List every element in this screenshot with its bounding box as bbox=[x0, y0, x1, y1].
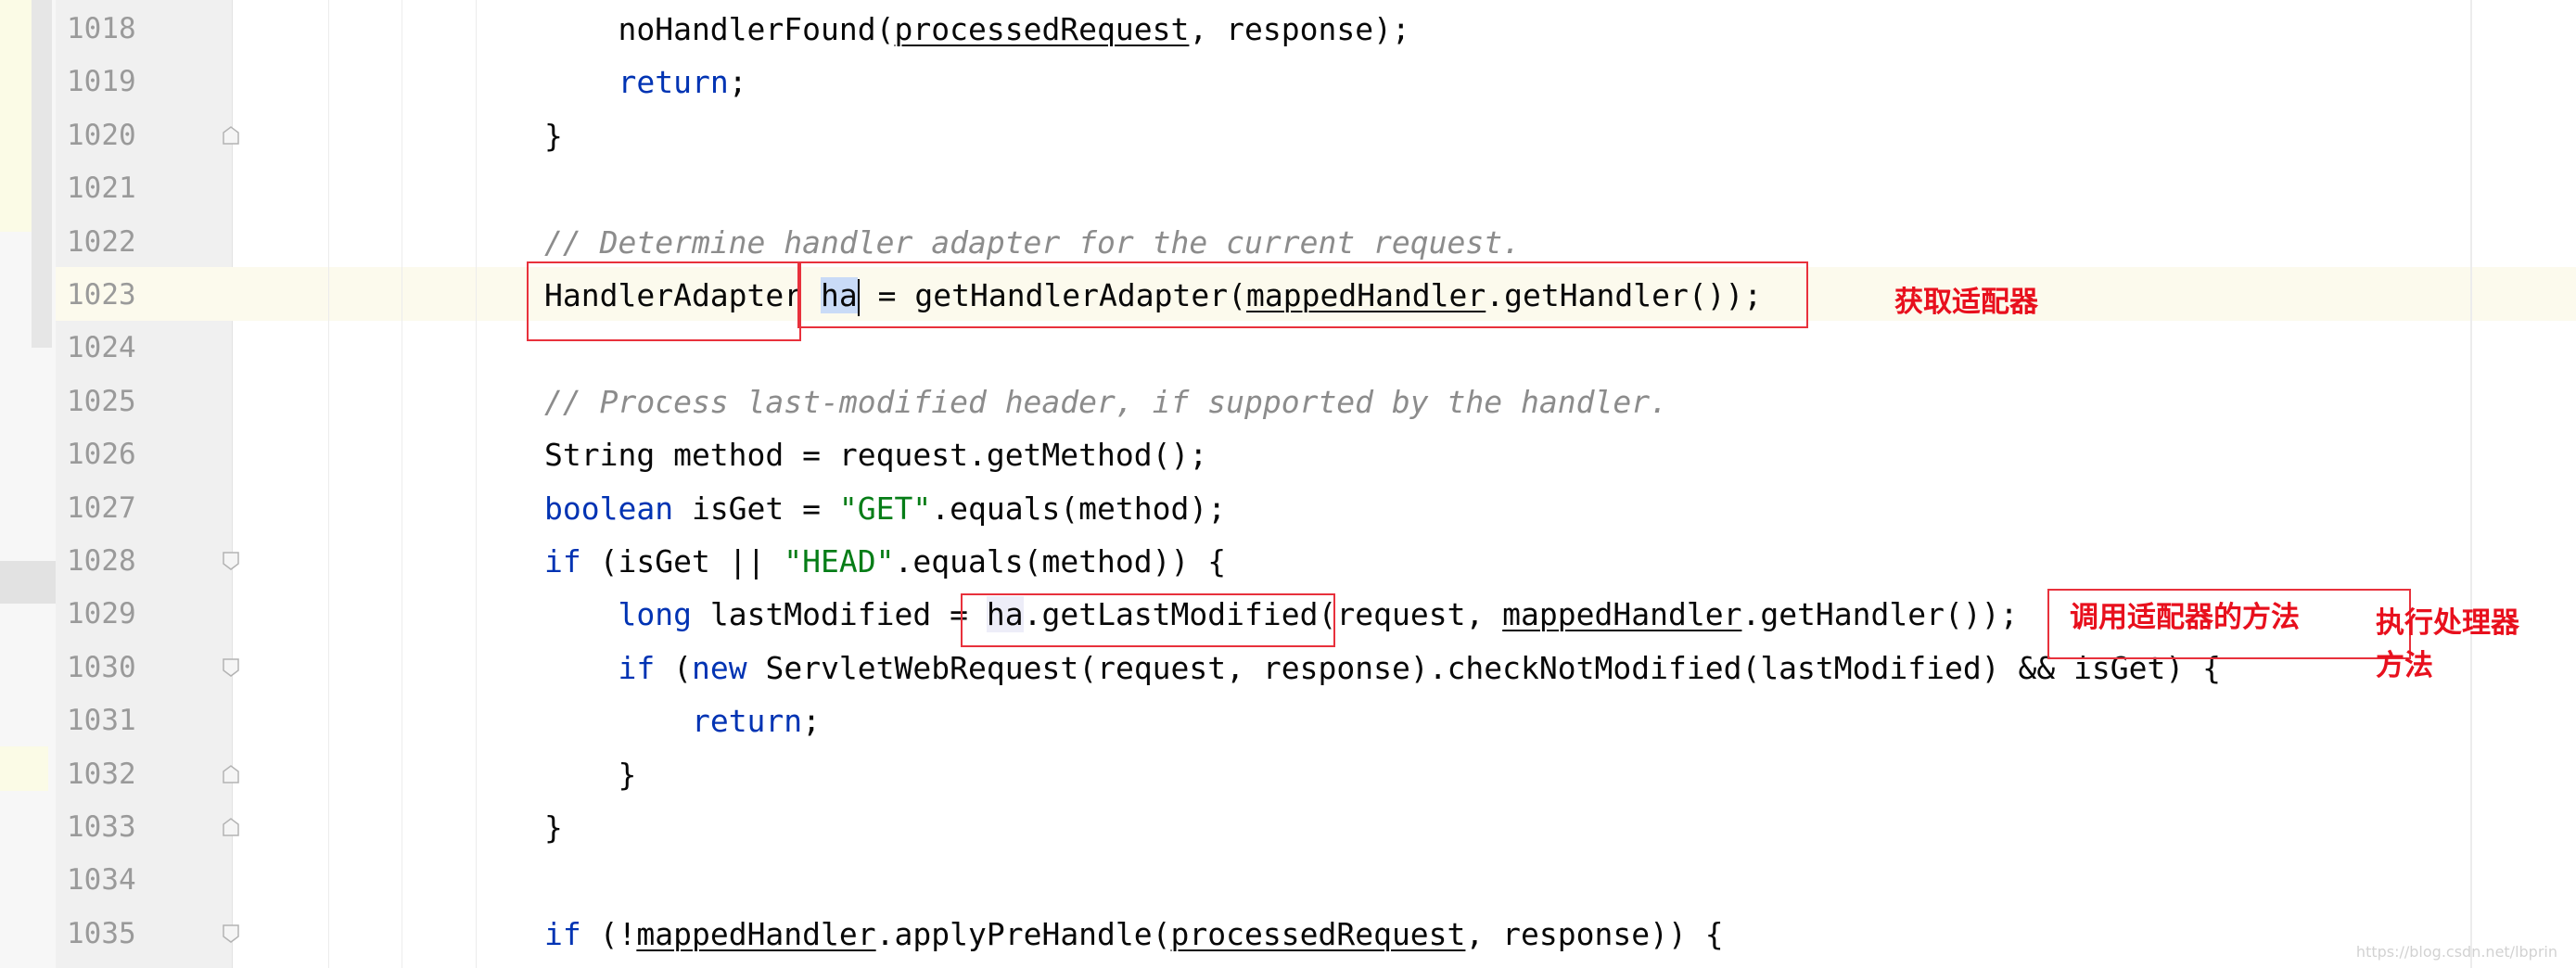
line-number: 1022 bbox=[67, 224, 136, 259]
line-number: 1021 bbox=[67, 172, 136, 206]
scroll-thumb[interactable] bbox=[32, 0, 52, 348]
code-line[interactable]: boolean isGet = "GET".equals(method); bbox=[544, 482, 1226, 535]
right-margin-guide bbox=[2470, 0, 2472, 968]
code-line[interactable]: return; bbox=[544, 56, 747, 108]
code-token: .getHandler()); bbox=[1741, 596, 2019, 633]
code-token: "HEAD" bbox=[784, 543, 895, 580]
line-number: 1033 bbox=[67, 810, 136, 844]
fold-end-icon[interactable] bbox=[221, 817, 241, 837]
code-line[interactable]: } bbox=[544, 748, 636, 801]
code-token: "GET" bbox=[838, 490, 932, 527]
code-token: mappedHandler bbox=[636, 915, 876, 952]
code-token: , response); bbox=[1189, 11, 1410, 47]
code-token: mappedHandler bbox=[1502, 596, 1742, 633]
fold-start-icon[interactable] bbox=[221, 657, 241, 678]
get-last-modified-highlight-box bbox=[961, 593, 1335, 647]
code-token: // Determine handler adapter for the cur… bbox=[544, 223, 1521, 261]
fold-start-icon[interactable] bbox=[221, 551, 241, 571]
line-number: 1028 bbox=[67, 544, 136, 578]
code-line[interactable]: if (!mappedHandler.applyPreHandle(proces… bbox=[544, 908, 1724, 961]
change-marker bbox=[0, 746, 48, 791]
code-token: long bbox=[618, 596, 692, 633]
indent-guide bbox=[328, 0, 329, 968]
line-number: 1034 bbox=[67, 863, 136, 898]
code-token: return bbox=[691, 703, 803, 740]
code-line[interactable]: return; bbox=[544, 694, 821, 747]
handleradapter-highlight-box bbox=[527, 261, 801, 341]
code-token: .equals(method)) { bbox=[894, 543, 1227, 580]
get-adapter-note: 获取适配器 bbox=[1894, 286, 2038, 319]
code-token: lastModified = bbox=[691, 596, 987, 633]
line-number: 1026 bbox=[67, 438, 136, 472]
code-token: noHandlerFound( bbox=[544, 11, 895, 47]
fold-start-icon[interactable] bbox=[221, 923, 241, 944]
code-token: } bbox=[544, 809, 563, 846]
code-token: } bbox=[544, 756, 637, 793]
code-token: (isGet || bbox=[580, 543, 784, 580]
line-number: 1024 bbox=[67, 331, 136, 365]
code-token: ( bbox=[655, 649, 692, 686]
line-number: 1025 bbox=[67, 384, 136, 418]
call-adapter-note: 调用适配器的方法 bbox=[2070, 601, 2300, 634]
exec-handler-note-line2: 方法 bbox=[2376, 649, 2433, 682]
line-number: 1029 bbox=[67, 597, 136, 631]
line-number: 1030 bbox=[67, 650, 136, 684]
code-token: processedRequest bbox=[894, 11, 1190, 47]
code-line[interactable]: // Process last-modified header, if supp… bbox=[544, 376, 1668, 428]
line-number: 1032 bbox=[67, 757, 136, 791]
code-token: .equals(method); bbox=[931, 490, 1227, 527]
code-token: , response)) { bbox=[1465, 915, 1724, 952]
fold-end-icon[interactable] bbox=[221, 764, 241, 784]
indent-guide bbox=[476, 0, 477, 968]
code-token: ; bbox=[802, 703, 822, 740]
line-number: 1020 bbox=[67, 118, 136, 152]
code-line[interactable]: } bbox=[544, 109, 563, 162]
exec-handler-note-line1: 执行处理器 bbox=[2376, 606, 2519, 640]
code-token: (! bbox=[580, 915, 637, 952]
code-line[interactable]: } bbox=[544, 801, 563, 854]
code-token: } bbox=[544, 117, 563, 154]
line-number: 1023 bbox=[67, 278, 136, 312]
line-number: 1018 bbox=[67, 12, 136, 45]
code-token: new bbox=[691, 649, 747, 686]
scroll-marker bbox=[0, 561, 56, 604]
code-line[interactable]: noHandlerFound(processedRequest, respons… bbox=[544, 3, 1410, 56]
fold-end-icon[interactable] bbox=[221, 125, 241, 146]
get-adapter-highlight-box bbox=[797, 261, 1808, 328]
code-token: ServletWebRequest(request, response).che… bbox=[746, 649, 2222, 686]
code-line[interactable]: if (new ServletWebRequest(request, respo… bbox=[544, 642, 2221, 694]
code-line[interactable]: String method = request.getMethod(); bbox=[544, 428, 1207, 481]
code-token: ; bbox=[728, 64, 747, 101]
code-token: boolean bbox=[544, 490, 674, 527]
line-number: 1019 bbox=[67, 65, 136, 99]
code-token: processedRequest bbox=[1170, 915, 1466, 952]
code-token: if bbox=[544, 915, 581, 952]
code-token: return bbox=[618, 64, 729, 101]
code-line[interactable]: if (isGet || "HEAD".equals(method)) { bbox=[544, 535, 1226, 588]
code-token: .applyPreHandle( bbox=[875, 915, 1171, 952]
code-token: if bbox=[544, 543, 581, 580]
code-token: if bbox=[618, 649, 656, 686]
line-number: 1031 bbox=[67, 704, 136, 738]
line-number: 1027 bbox=[67, 490, 136, 525]
code-token: isGet = bbox=[673, 490, 839, 527]
watermark: https://blog.csdn.net/lbprin bbox=[2355, 943, 2557, 961]
code-token: String method = request.getMethod(); bbox=[544, 437, 1208, 474]
line-number: 1035 bbox=[67, 916, 136, 950]
code-token: // Process last-modified header, if supp… bbox=[544, 383, 1668, 420]
